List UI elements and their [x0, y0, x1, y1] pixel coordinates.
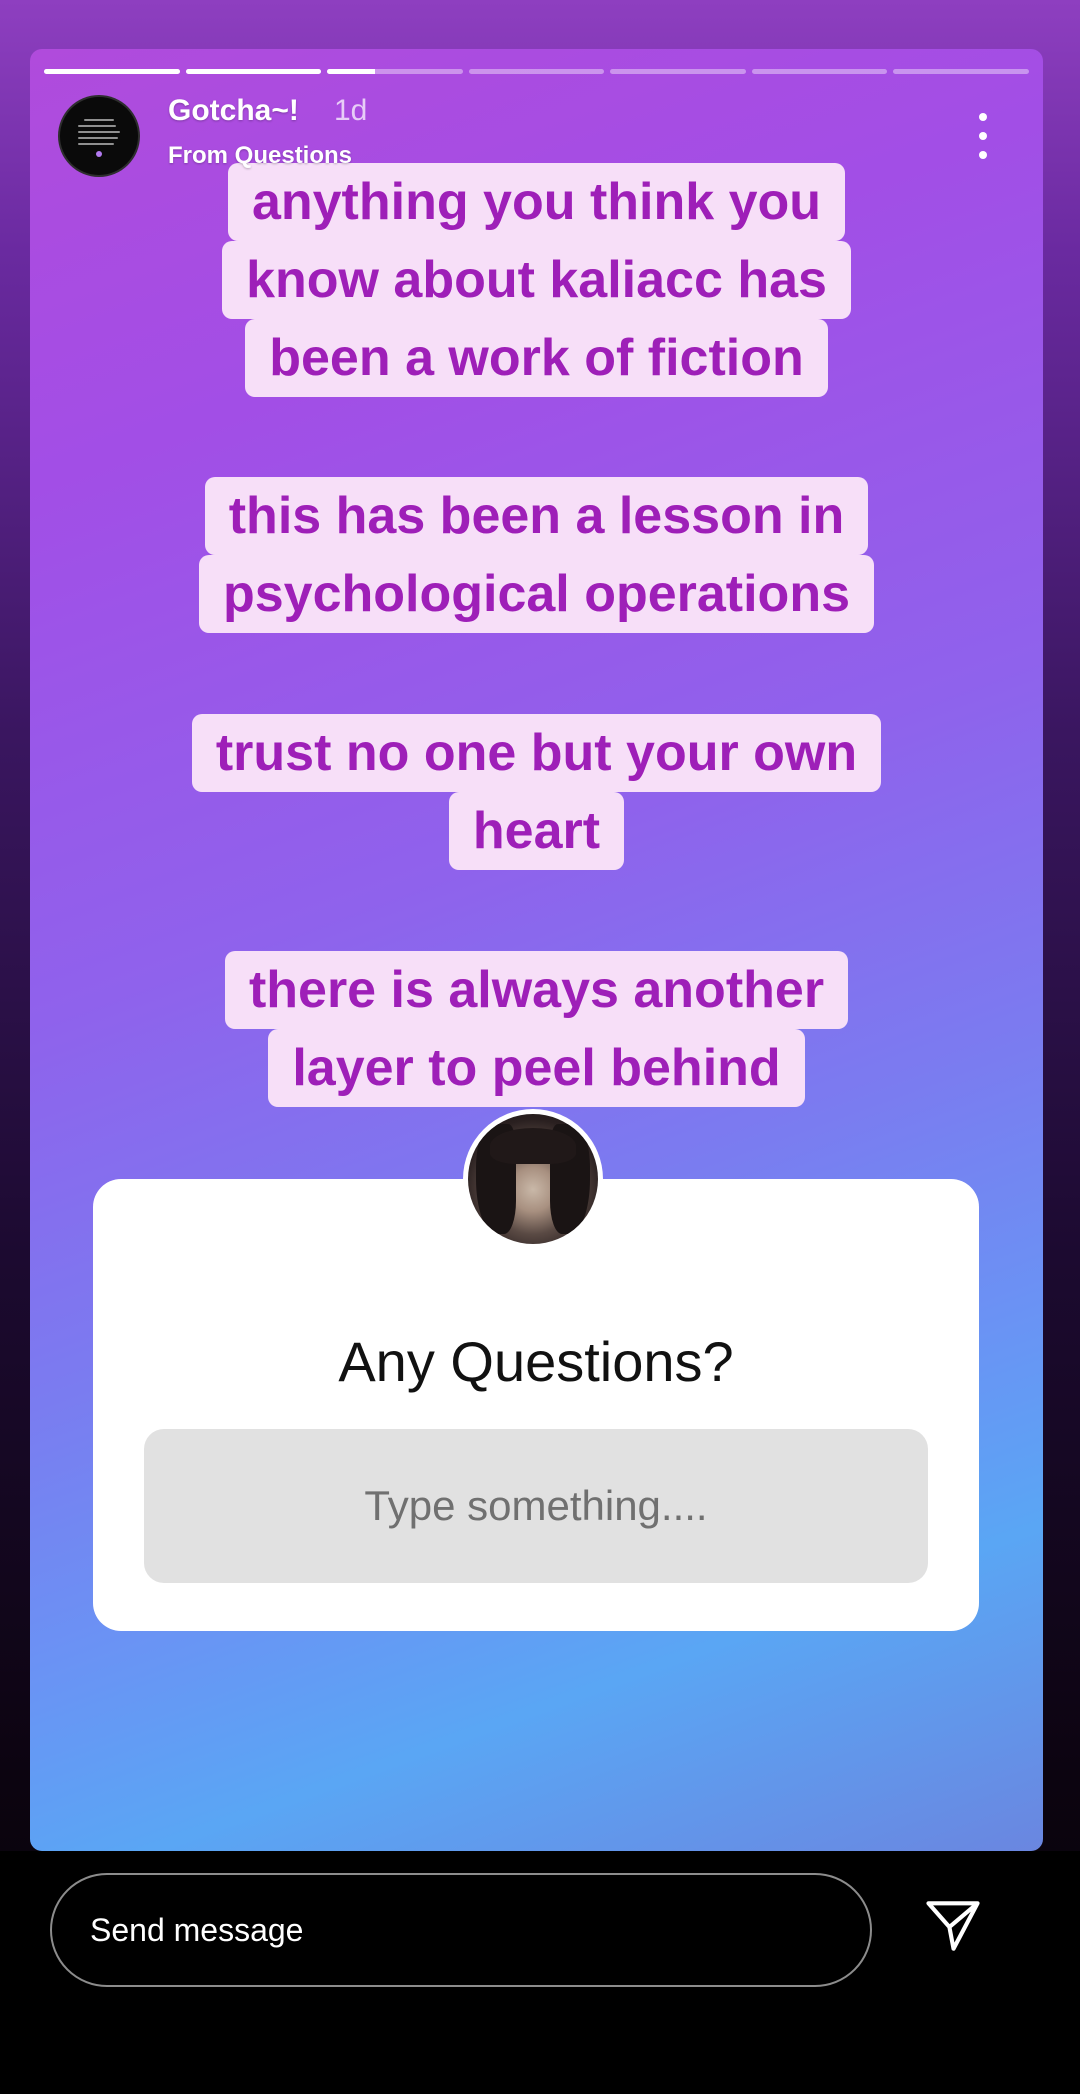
username[interactable]: Gotcha~!	[168, 94, 299, 128]
progress-segment	[751, 69, 888, 74]
progress-segment	[185, 69, 322, 74]
progress-segment	[327, 69, 463, 74]
story-text-line: trust no one but your own	[191, 714, 882, 792]
send-message-input[interactable]	[50, 1873, 872, 1987]
question-answer-input[interactable]	[144, 1429, 928, 1583]
text-block: there is always another layer to peel beh…	[30, 951, 1043, 1107]
more-options-icon[interactable]	[970, 109, 996, 163]
story-progress-bar	[44, 69, 1030, 74]
story-text-line: this has been a lesson in	[204, 477, 869, 555]
story-text-line: know about kaliacc has	[222, 241, 851, 319]
text-block: anything you think you know about kaliacc…	[30, 163, 1043, 397]
story-text-line: anything you think you	[227, 163, 846, 241]
story-text-line: layer to peel behind	[268, 1029, 805, 1107]
story-text-line: heart	[448, 792, 625, 870]
text-block: trust no one but your own heart	[30, 714, 1043, 870]
post-time: 1d	[334, 94, 368, 127]
question-sticker-avatar	[463, 1109, 603, 1249]
progress-segment	[893, 69, 1030, 74]
progress-segment	[610, 69, 746, 74]
story-text-line: psychological operations	[198, 555, 875, 633]
question-title: Any Questions?	[338, 1330, 734, 1393]
reply-bar	[0, 1851, 1080, 2094]
progress-segment	[468, 69, 605, 74]
paper-plane-icon[interactable]	[922, 1895, 984, 1957]
story-source[interactable]: From Questions	[168, 142, 352, 170]
story-frame[interactable]: Gotcha~! 1d From Questions anything you …	[30, 49, 1043, 1851]
progress-segment	[44, 69, 180, 74]
story-text-line: been a work of fiction	[245, 319, 828, 397]
story-text-line: there is always another	[224, 951, 849, 1029]
text-block: this has been a lesson in psychological o…	[30, 477, 1043, 633]
